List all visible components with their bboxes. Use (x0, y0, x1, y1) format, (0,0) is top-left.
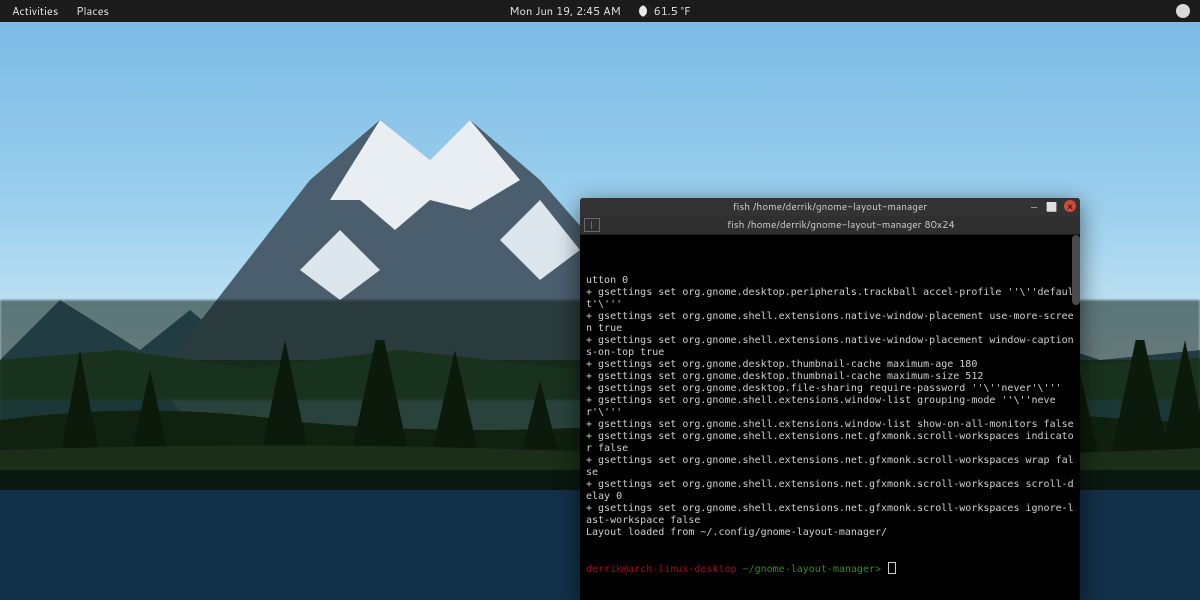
terminal-line: + gsettings set org.gnome.desktop.periph… (586, 287, 1078, 311)
close-button[interactable]: ✕ (1064, 200, 1076, 212)
top-panel: Activities Places Mon Jun 19, 2:45 AM 61… (0, 0, 1200, 22)
prompt-user-host: derrik@arch-linux-desktop (586, 564, 737, 575)
terminal-scrollbar[interactable] (1072, 235, 1080, 305)
desktop: Activities Places Mon Jun 19, 2:45 AM 61… (0, 0, 1200, 600)
terminal-prompt-line: derrik@arch-linux-desktop ~/gnome-layout… (586, 563, 1078, 576)
terminal-line: Layout loaded from ~/.config/gnome-layou… (586, 527, 1078, 539)
terminal-output: utton 0+ gsettings set org.gnome.desktop… (586, 275, 1078, 539)
terminal-cursor (889, 563, 895, 573)
terminal-line: + gsettings set org.gnome.shell.extensio… (586, 419, 1078, 431)
terminal-tabbar: fish /home/derrik/gnome-layout-manager 8… (580, 216, 1080, 235)
terminal-line: + gsettings set org.gnome.desktop.thumbn… (586, 359, 1078, 371)
system-tray-icon[interactable] (1176, 4, 1190, 18)
panel-clock[interactable]: Mon Jun 19, 2:45 AM (509, 0, 620, 22)
prompt-path: ~/gnome-layout-manager> (743, 564, 881, 575)
activities-button[interactable]: Activities (12, 0, 58, 22)
moon-icon (639, 5, 651, 17)
terminal-line: + gsettings set org.gnome.shell.extensio… (586, 503, 1078, 527)
new-tab-button[interactable] (584, 218, 600, 232)
terminal-body[interactable]: utton 0+ gsettings set org.gnome.desktop… (580, 235, 1080, 600)
terminal-line: + gsettings set org.gnome.shell.extensio… (586, 395, 1078, 419)
terminal-window[interactable]: fish /home/derrik/gnome-layout-manager —… (580, 198, 1080, 600)
terminal-line: + gsettings set org.gnome.shell.extensio… (586, 311, 1078, 335)
weather-indicator[interactable]: 61.5 °F (639, 0, 691, 22)
minimize-button[interactable]: — (1028, 200, 1040, 212)
terminal-line: + gsettings set org.gnome.desktop.thumbn… (586, 371, 1078, 383)
maximize-button[interactable]: ⬜ (1046, 200, 1058, 212)
window-title: fish /home/derrik/gnome-layout-manager (580, 200, 1080, 214)
terminal-line: + gsettings set org.gnome.desktop.file-s… (586, 383, 1078, 395)
window-controls: — ⬜ ✕ (1028, 200, 1076, 212)
terminal-line: + gsettings set org.gnome.shell.extensio… (586, 479, 1078, 503)
terminal-line: + gsettings set org.gnome.shell.extensio… (586, 431, 1078, 455)
places-button[interactable]: Places (76, 0, 109, 22)
terminal-line: + gsettings set org.gnome.shell.extensio… (586, 335, 1078, 359)
terminal-line: utton 0 (586, 275, 1078, 287)
window-titlebar[interactable]: fish /home/derrik/gnome-layout-manager —… (580, 198, 1080, 216)
terminal-tab-title[interactable]: fish /home/derrik/gnome-layout-manager 8… (606, 218, 1076, 232)
temperature-label: 61.5 °F (654, 3, 691, 19)
terminal-line: + gsettings set org.gnome.shell.extensio… (586, 455, 1078, 479)
